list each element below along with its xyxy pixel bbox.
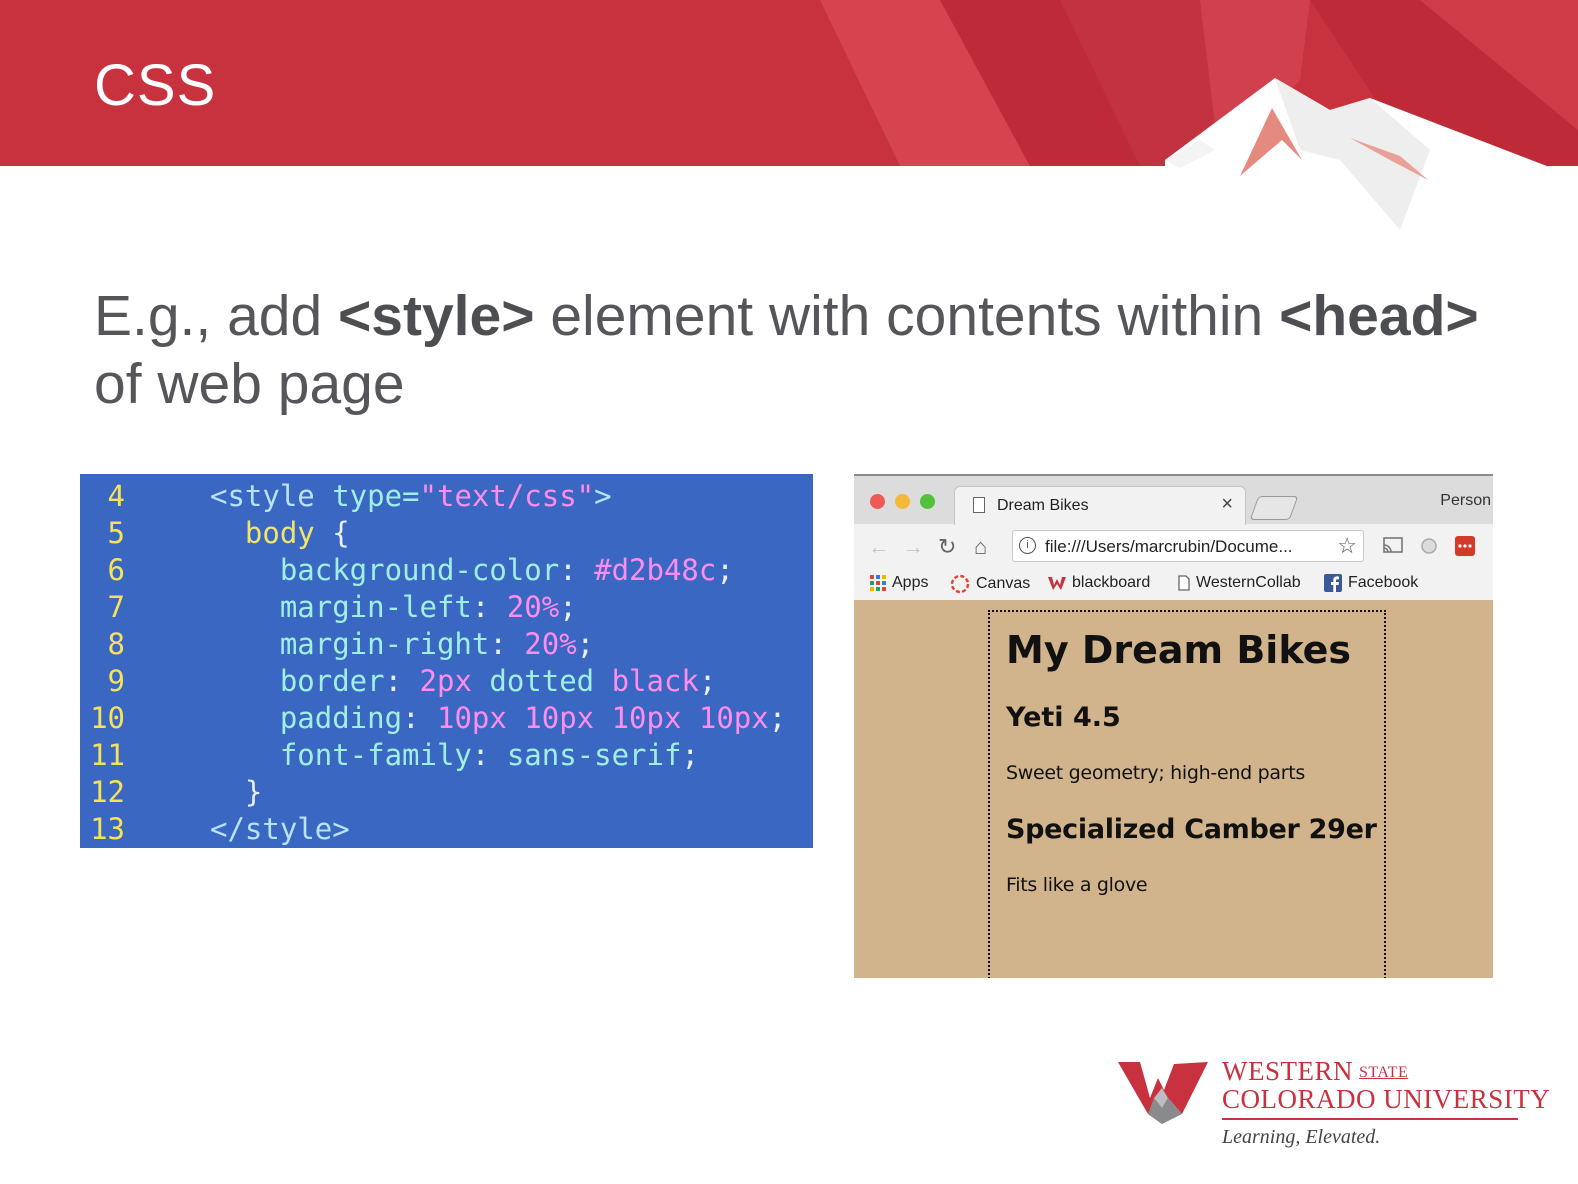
browser-screenshot: Dream Bikes × Person ← → ↻ ⌂ i file:///U… [854, 474, 1493, 978]
banner-graphic [0, 0, 1578, 240]
page-heading: My Dream Bikes [1006, 628, 1351, 672]
bike2-title: Specialized Camber 29er [1006, 814, 1377, 845]
bookmark-apps[interactable]: Apps [870, 574, 928, 592]
canvas-icon [950, 574, 970, 594]
home-icon[interactable]: ⌂ [974, 536, 987, 558]
code-text: body { [210, 516, 350, 550]
tab-strip: Dream Bikes × Person [854, 476, 1493, 525]
bookmark-label: Canvas [976, 575, 1031, 593]
heading-text: of web page [94, 352, 405, 416]
logo-divider [1222, 1118, 1518, 1120]
header-banner: CSS [0, 0, 1578, 240]
back-arrow-icon[interactable]: ← [868, 536, 890, 558]
cast-icon[interactable] [1382, 536, 1404, 556]
code-text: } [210, 775, 263, 809]
code-line: 10 padding: 10px 10px 10px 10px; [80, 700, 786, 737]
line-number: 9 [107, 664, 125, 698]
heading-head-tag: <head> [1279, 284, 1479, 348]
bookmark-star-icon[interactable]: ☆ [1337, 533, 1357, 559]
code-line: 9 border: 2px dotted black; [80, 663, 717, 700]
forward-arrow-icon[interactable]: → [902, 536, 924, 558]
minimize-window-dot[interactable] [895, 494, 910, 509]
logo-western: WESTERN [1222, 1056, 1353, 1086]
line-number: 7 [107, 590, 125, 624]
browser-tab[interactable]: Dream Bikes × [954, 486, 1246, 525]
browser-chrome: Dream Bikes × Person ← → ↻ ⌂ i file:///U… [854, 474, 1493, 600]
code-line: 13 </style> [80, 811, 350, 848]
code-text: <style type="text/css"> [210, 479, 612, 513]
logo-line1: WESTERN STATE [1222, 1056, 1408, 1087]
facebook-icon [1324, 574, 1342, 592]
bookmark-label: Facebook [1348, 574, 1419, 592]
line-number: 5 [107, 516, 125, 550]
code-line: 5 body { [80, 515, 350, 552]
code-text: background-color: #d2b48c; [210, 553, 734, 587]
maximize-window-dot[interactable] [920, 494, 935, 509]
new-tab-button[interactable] [1249, 496, 1299, 520]
page-icon [1178, 575, 1190, 591]
extension-menu-icon[interactable] [1454, 535, 1476, 557]
code-text: margin-right: 20%; [210, 627, 595, 661]
reload-icon[interactable]: ↻ [938, 536, 956, 558]
code-text: padding: 10px 10px 10px 10px; [210, 701, 787, 735]
info-icon[interactable]: i [1019, 537, 1036, 554]
bike2-description: Fits like a glove [1006, 874, 1148, 896]
heading-text: element with contents within [534, 284, 1280, 348]
close-tab-icon[interactable]: × [1221, 493, 1233, 516]
line-number: 8 [107, 627, 125, 661]
bookmark-westerncollab[interactable]: WesternCollab [1178, 574, 1301, 592]
bike1-title: Yeti 4.5 [1006, 702, 1121, 733]
bike1-description: Sweet geometry; high-end parts [1006, 762, 1305, 784]
bookmark-canvas[interactable]: Canvas [950, 574, 1030, 594]
bookmark-label: blackboard [1072, 574, 1151, 591]
code-text: border: 2px dotted black; [210, 664, 717, 698]
page-icon [973, 497, 985, 513]
bookmark-blackboard[interactable]: blackboard [1048, 574, 1150, 592]
line-number: 6 [107, 553, 125, 587]
code-text: margin-left: 20%; [210, 590, 577, 624]
code-text: </style> [210, 812, 350, 846]
code-line: 11 font-family: sans-serif; [80, 737, 699, 774]
code-line: 4 <style type="text/css"> [80, 478, 612, 515]
close-window-dot[interactable] [870, 494, 885, 509]
extension-circle-icon[interactable] [1420, 537, 1438, 555]
line-number: 4 [107, 479, 125, 513]
line-number: 11 [90, 738, 125, 772]
code-line: 7 margin-left: 20%; [80, 589, 577, 626]
address-url: file:///Users/marcrubin/Docume... [1045, 537, 1293, 556]
line-number: 10 [90, 701, 125, 735]
western-logo-icon [1048, 576, 1066, 590]
university-logo: WESTERN STATE COLORADO UNIVERSITY Learnin… [1118, 1056, 1550, 1156]
heading-style-tag: <style> [338, 284, 535, 348]
line-number: 12 [90, 775, 125, 809]
logo-line2: COLORADO UNIVERSITY [1222, 1084, 1551, 1114]
bookmark-facebook[interactable]: Facebook [1324, 574, 1418, 592]
bookmarks-bar: Apps Canvas blackboard WesternCollab Fac… [854, 570, 1493, 602]
bookmark-label: WesternCollab [1196, 574, 1301, 591]
heading-text: E.g., add [94, 284, 339, 348]
slide-title: CSS [94, 53, 217, 118]
address-bar[interactable]: i file:///Users/marcrubin/Docume... ☆ [1012, 530, 1364, 562]
bookmark-label: Apps [892, 574, 929, 591]
code-screenshot: 4 <style type="text/css"> 5 body {6 backgr… [80, 474, 813, 848]
logo-state: STATE [1359, 1064, 1409, 1081]
browser-toolbar: ← → ↻ ⌂ i file:///Users/marcrubin/Docume… [854, 524, 1493, 570]
slide-heading: E.g., add <style> element with contents … [94, 282, 1524, 418]
code-line: 6 background-color: #d2b48c; [80, 552, 734, 589]
logo-tagline: Learning, Elevated. [1222, 1126, 1381, 1148]
logo-mark-icon [1118, 1062, 1208, 1124]
code-line: 8 margin-right: 20%; [80, 626, 595, 663]
code-text: font-family: sans-serif; [210, 738, 699, 772]
tab-title: Dream Bikes [997, 497, 1089, 514]
line-number: 13 [90, 812, 125, 846]
apps-grid-icon [870, 574, 886, 591]
profile-button[interactable]: Person [1440, 492, 1491, 510]
code-line: 12 } [80, 774, 262, 811]
page-body-box: My Dream Bikes Yeti 4.5 Sweet geometry; … [988, 610, 1386, 978]
